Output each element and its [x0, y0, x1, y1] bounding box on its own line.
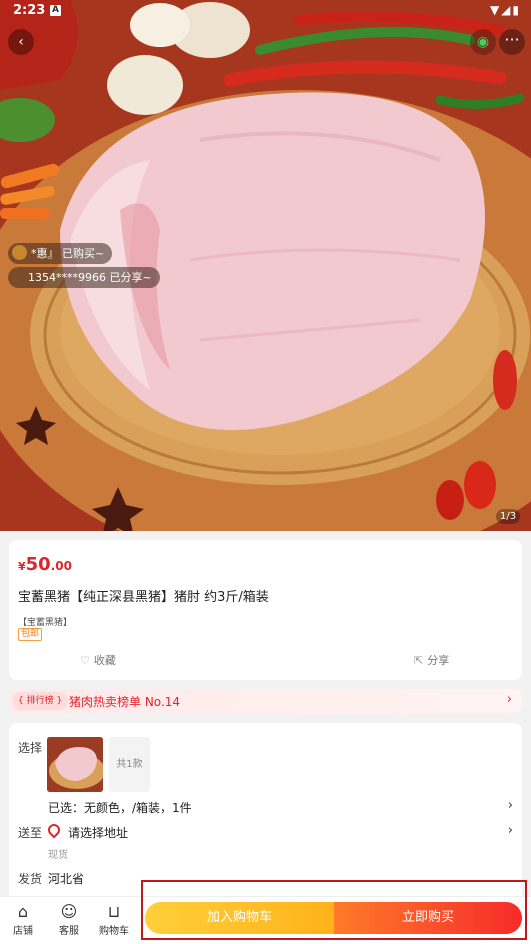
cart-icon: ⊔: [107, 902, 121, 921]
price-integer: 50: [25, 554, 51, 575]
heart-icon: ♡: [80, 654, 90, 667]
chevron-left-icon: ‹: [18, 34, 24, 50]
variant-count[interactable]: 共1款: [109, 737, 150, 792]
ranking-badge: { 排行榜 }: [12, 692, 69, 710]
share-bubble: 1354****9966 已分享~: [8, 267, 160, 288]
location-pin-icon: [45, 821, 63, 839]
product-price: ¥50.00: [18, 554, 72, 575]
chat-icon: ☺: [60, 902, 78, 921]
wechat-share-button[interactable]: ◉: [470, 29, 496, 55]
chevron-right-icon: ›: [507, 798, 513, 813]
wechat-icon: ◉: [476, 34, 490, 50]
ship-origin: 河北省: [48, 872, 85, 886]
variant-thumbnail[interactable]: [47, 737, 103, 792]
ranking-banner[interactable]: { 排行榜 } 猪肉热卖榜单 No.14 ›: [9, 689, 522, 713]
price-currency: ¥: [18, 560, 26, 573]
pork-knuckle-photo: [0, 0, 531, 531]
product-title: 宝蓄黑猪【纯正深县黑猪】猪肘 约3斤/箱装: [18, 590, 269, 605]
stock-status: 现货: [48, 850, 68, 861]
address-selector[interactable]: 请选择地址: [68, 824, 128, 841]
ranking-text: 猪肉热卖榜单 No.14: [69, 695, 181, 709]
product-info-card: ¥50.00 宝蓄黑猪【纯正深县黑猪】猪肘 约3斤/箱装 【宝蓄黑猪】 包邮 ♡…: [9, 540, 522, 680]
status-bar: 2:23 A ▼◢▮: [0, 0, 531, 24]
image-pager: 1/3: [496, 509, 521, 524]
share-button[interactable]: ⇱ 分享: [414, 652, 449, 668]
add-to-cart-button[interactable]: 加入购物车: [145, 902, 334, 934]
product-brand: 【宝蓄黑猪】: [18, 618, 73, 628]
signal-battery-icon: ▼◢▮: [489, 3, 521, 17]
ship-from-label: 发货: [18, 872, 43, 886]
buy-now-button[interactable]: 立即购买: [334, 902, 522, 934]
store-button[interactable]: ⌂ 店铺: [3, 902, 43, 937]
free-shipping-badge: 包邮: [18, 628, 43, 641]
notification-icon: A: [50, 5, 61, 16]
customer-service-button[interactable]: ☺ 客服: [49, 902, 89, 937]
selected-variant[interactable]: 已选：无颜色，/箱装，1件: [48, 799, 192, 816]
price-decimal: .00: [50, 559, 72, 573]
share-icon: ⇱: [414, 654, 424, 667]
product-detail-page: 2:23 A ▼◢▮ ‹ ◉ ··· *惠』 已购买~ 1354****9966…: [0, 0, 531, 944]
avatar: [12, 245, 27, 260]
back-button[interactable]: ‹: [8, 29, 34, 55]
more-button[interactable]: ···: [499, 29, 525, 55]
select-label: 选择: [18, 741, 43, 755]
chevron-right-icon: ›: [506, 692, 512, 707]
buyer-bubble: *惠』 已购买~: [8, 243, 113, 264]
product-image-carousel[interactable]: 2:23 A ▼◢▮ ‹ ◉ ··· *惠』 已购买~ 1354****9966…: [0, 0, 531, 531]
chevron-right-icon: ›: [507, 823, 513, 838]
status-time: 2:23: [13, 3, 46, 18]
store-icon: ⌂: [17, 902, 29, 921]
more-icon: ···: [504, 30, 520, 49]
favorite-button[interactable]: ♡ 收藏: [80, 652, 116, 668]
deliver-to-label: 送至: [18, 826, 43, 840]
cart-button[interactable]: ⊔ 购物车: [94, 902, 134, 937]
